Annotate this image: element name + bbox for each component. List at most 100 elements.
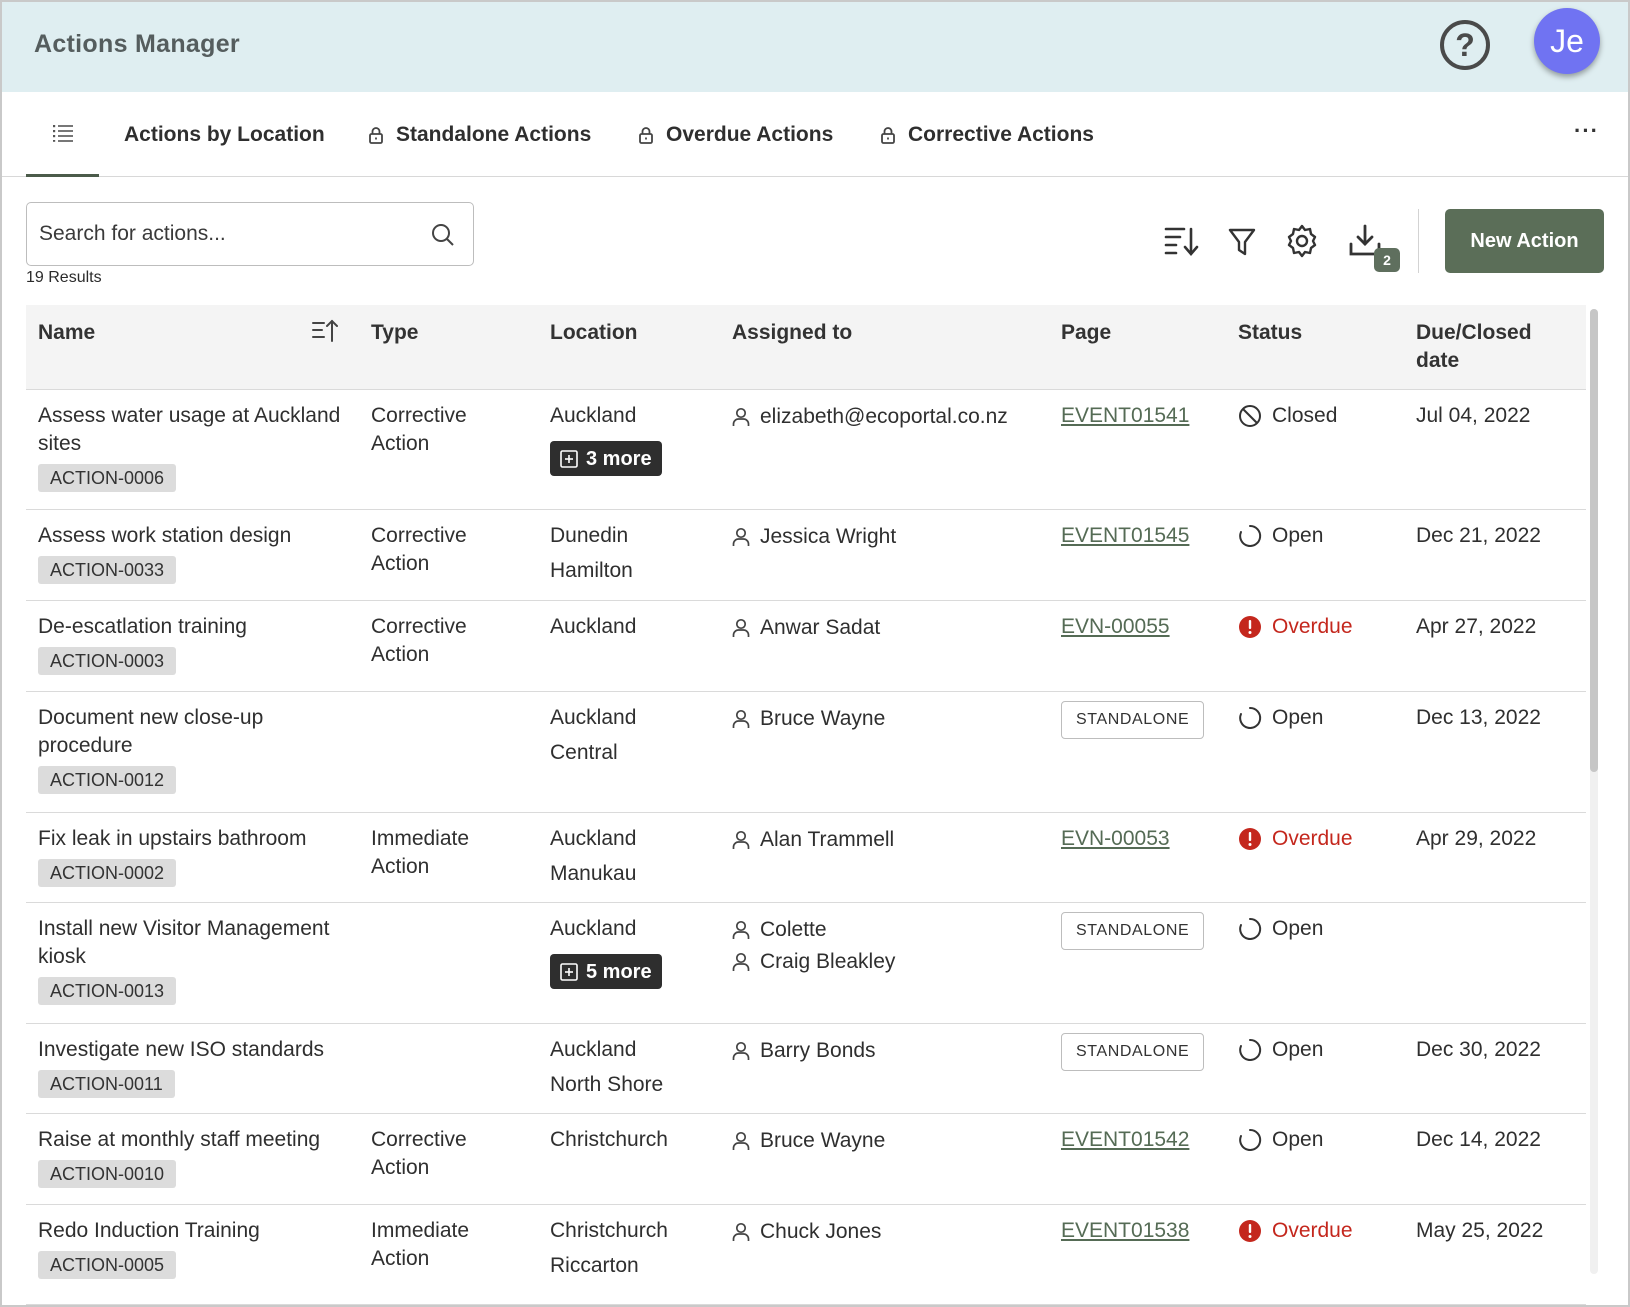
page-link[interactable]: EVENT01538 xyxy=(1061,1219,1189,1242)
table-row[interactable]: Install new Visitor Management kiosk ACTIO… xyxy=(26,903,1586,1024)
new-action-button[interactable]: New Action xyxy=(1445,209,1604,273)
due-date-cell: Jul 04, 2022 xyxy=(1416,404,1531,427)
tab-corrective-actions[interactable]: Corrective Actions xyxy=(880,92,1094,177)
overdue-alert-icon xyxy=(1239,1220,1261,1242)
column-header-location[interactable]: Location xyxy=(550,319,638,347)
action-id-badge: ACTION-0005 xyxy=(38,1251,177,1279)
page-link[interactable]: EVENT01545 xyxy=(1061,524,1189,547)
assigned-to-cell: Bruce Wayne xyxy=(732,1126,1042,1158)
assignee-name: Bruce Wayne xyxy=(760,1128,886,1152)
page-link[interactable]: EVENT01541 xyxy=(1061,404,1189,427)
help-icon[interactable]: ? xyxy=(1440,20,1490,70)
app-title: Actions Manager xyxy=(34,30,240,58)
due-date-cell: May 25, 2022 xyxy=(1416,1219,1544,1242)
assignee: Colette xyxy=(732,912,1042,947)
action-type-line: Corrective xyxy=(371,524,467,547)
table-row[interactable]: Document new close-up procedure ACTION-001… xyxy=(26,692,1586,813)
assignee-name: Alan Trammell xyxy=(760,827,895,851)
status-cell: Overdue xyxy=(1238,825,1353,853)
action-name-cell[interactable]: De-escatlation training ACTION-0003 xyxy=(38,613,348,675)
action-name-cell[interactable]: Install new Visitor Management kiosk ACTIO… xyxy=(38,915,348,1005)
page-cell: EVENT01541 xyxy=(1061,402,1189,430)
sort-ascending-icon[interactable] xyxy=(312,319,338,343)
more-locations-chip[interactable]: 5 more xyxy=(550,954,662,989)
table-row[interactable]: Fix leak in upstairs bathroom ACTION-0002… xyxy=(26,813,1586,903)
assignee: Bruce Wayne xyxy=(732,1123,1042,1158)
filter-icon[interactable] xyxy=(1228,227,1256,257)
location-cell: Dunedin Hamilton xyxy=(550,522,720,592)
table-row[interactable]: Assess work station design ACTION-0033 Cor… xyxy=(26,510,1586,601)
search-icon[interactable] xyxy=(431,223,455,247)
action-name-cell[interactable]: Redo Induction Training ACTION-0005 xyxy=(38,1217,348,1279)
status-cell: Open xyxy=(1238,522,1323,550)
action-name-cell[interactable]: Fix leak in upstairs bathroom ACTION-0002 xyxy=(38,825,348,887)
action-name-line: Assess work station design xyxy=(38,524,292,547)
action-name-cell[interactable]: Assess work station design ACTION-0033 xyxy=(38,522,348,584)
column-header-assigned-to[interactable]: Assigned to xyxy=(732,319,852,347)
location-name: Auckland xyxy=(550,615,637,638)
table-row[interactable]: Investigate new ISO standards ACTION-0011… xyxy=(26,1024,1586,1114)
location-name: Auckland xyxy=(550,827,637,850)
more-locations-chip[interactable]: 3 more xyxy=(550,441,662,476)
open-status-icon xyxy=(1239,1128,1262,1151)
assignee-name: Barry Bonds xyxy=(760,1038,876,1062)
due-date-cell: Apr 27, 2022 xyxy=(1416,615,1537,638)
assignee-name: elizabeth@ecoportal.co.nz xyxy=(760,404,1008,428)
action-id-badge: ACTION-0013 xyxy=(38,977,177,1005)
location-name: Auckland xyxy=(550,1038,637,1061)
more-tabs-icon[interactable]: ··· xyxy=(1574,118,1599,144)
action-name-line: kiosk xyxy=(38,945,86,968)
action-type-line: Corrective xyxy=(371,615,467,638)
standalone-tag: STANDALONE xyxy=(1061,1033,1205,1071)
column-header-type[interactable]: Type xyxy=(371,319,418,347)
page-link[interactable]: EVENT01542 xyxy=(1061,1128,1189,1151)
column-header-due-line2: date xyxy=(1416,349,1460,372)
tab-actions-by-location[interactable]: Actions by Location xyxy=(124,92,325,177)
person-icon xyxy=(732,407,750,426)
location-name: Manukau xyxy=(550,862,637,885)
action-type-line: Corrective xyxy=(371,1128,467,1151)
tab-overdue-actions[interactable]: Overdue Actions xyxy=(638,92,833,177)
table-row[interactable]: Redo Induction Training ACTION-0005 Immedi… xyxy=(26,1205,1586,1305)
column-header-due-date[interactable]: Due/Closed date xyxy=(1416,319,1532,375)
column-header-due-line1: Due/Closed xyxy=(1416,321,1532,344)
page-link[interactable]: EVN-00053 xyxy=(1061,827,1170,850)
column-header-name[interactable]: Name xyxy=(38,319,95,347)
action-name-cell[interactable]: Assess water usage at Auckland sites ACTIO… xyxy=(38,402,348,492)
open-status-icon xyxy=(1239,1038,1262,1061)
column-header-status[interactable]: Status xyxy=(1238,319,1302,347)
table-row[interactable]: De-escatlation training ACTION-0003 Correc… xyxy=(26,601,1586,692)
search-input[interactable] xyxy=(39,213,409,255)
toolbar-divider xyxy=(1418,209,1419,273)
action-name-line: Investigate new ISO standards xyxy=(38,1038,324,1061)
action-name-cell[interactable]: Raise at monthly staff meeting ACTION-001… xyxy=(38,1126,348,1188)
scrollbar[interactable] xyxy=(1590,309,1598,1274)
location-name: Riccarton xyxy=(550,1254,639,1277)
location-cell: Auckland Manukau xyxy=(550,825,720,895)
column-header-page[interactable]: Page xyxy=(1061,319,1111,347)
action-type-line: Action xyxy=(371,1156,430,1179)
person-icon xyxy=(732,952,750,971)
action-name-line: Install new Visitor Management xyxy=(38,917,330,940)
status-cell: Open xyxy=(1238,1036,1323,1064)
avatar[interactable]: Je xyxy=(1534,8,1600,74)
status-label: Open xyxy=(1272,1038,1324,1061)
location-name: Dunedin xyxy=(550,524,629,547)
sort-icon[interactable] xyxy=(1164,225,1200,257)
action-name-cell[interactable]: Document new close-up procedure ACTION-001… xyxy=(38,704,348,794)
assignee-name: Bruce Wayne xyxy=(760,706,886,730)
tab-label: Standalone Actions xyxy=(396,122,592,146)
action-name-line: Fix leak in upstairs bathroom xyxy=(38,827,307,850)
table-header: Name Type Location Assigned to Page Stat… xyxy=(26,305,1586,390)
assigned-to-cell: Bruce Wayne xyxy=(732,704,1042,736)
table-row[interactable]: Raise at monthly staff meeting ACTION-001… xyxy=(26,1114,1586,1205)
page-link[interactable]: EVN-00055 xyxy=(1061,615,1170,638)
tab-standalone-actions[interactable]: Standalone Actions xyxy=(368,92,591,177)
action-name-cell[interactable]: Investigate new ISO standards ACTION-0011 xyxy=(38,1036,348,1098)
scrollbar-thumb[interactable] xyxy=(1590,309,1598,772)
assignee-name: Chuck Jones xyxy=(760,1219,882,1243)
assigned-to-cell: Jessica Wright xyxy=(732,522,1042,554)
table-row[interactable]: Assess water usage at Auckland sites ACTIO… xyxy=(26,390,1586,510)
gear-icon[interactable] xyxy=(1285,224,1319,258)
list-view-icon[interactable] xyxy=(26,92,99,177)
